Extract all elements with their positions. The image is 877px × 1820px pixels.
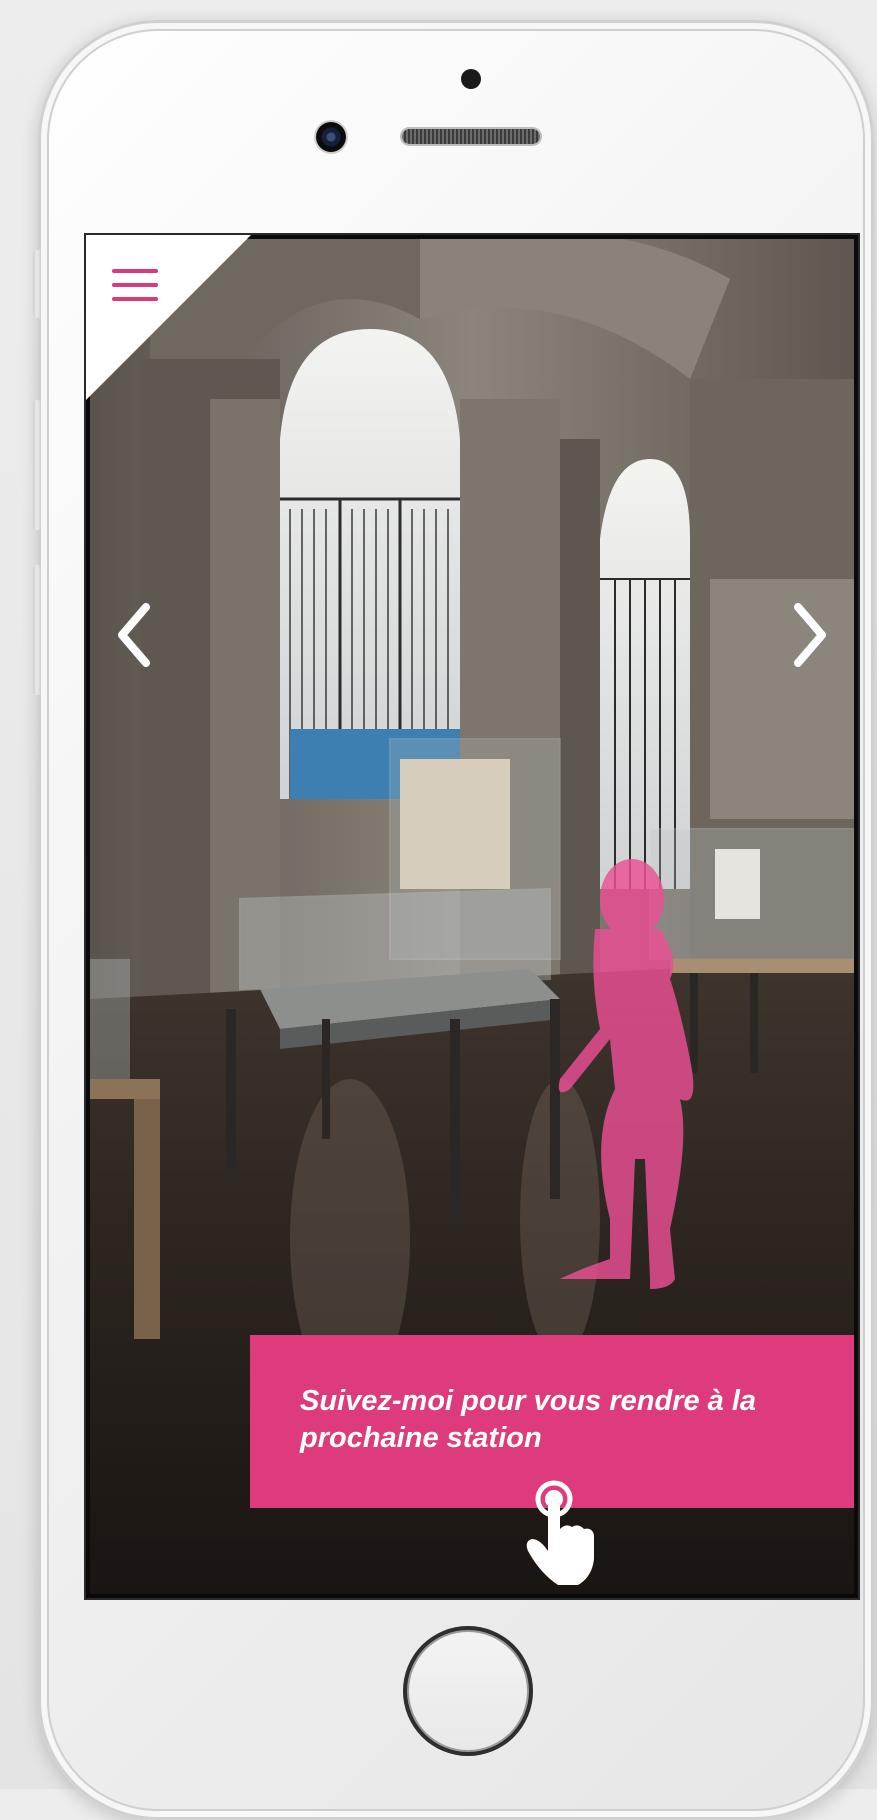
proximity-sensor (461, 69, 481, 89)
mute-switch (33, 250, 41, 318)
home-button[interactable] (403, 1626, 533, 1756)
chevron-right-icon[interactable] (778, 595, 838, 675)
volume-down-button (33, 565, 41, 695)
guide-message-text: Suivez-moi pour vous rendre à la prochai… (300, 1385, 757, 1454)
earpiece-speaker (402, 129, 540, 144)
menu-corner-tab (86, 235, 251, 400)
tap-hand-icon[interactable] (518, 1477, 608, 1587)
front-camera (316, 122, 346, 152)
hamburger-icon[interactable] (112, 269, 158, 305)
volume-up-button (33, 400, 41, 530)
chevron-left-icon[interactable] (106, 595, 166, 675)
phone-screen: Suivez-moi pour vous rendre à la prochai… (86, 235, 858, 1598)
